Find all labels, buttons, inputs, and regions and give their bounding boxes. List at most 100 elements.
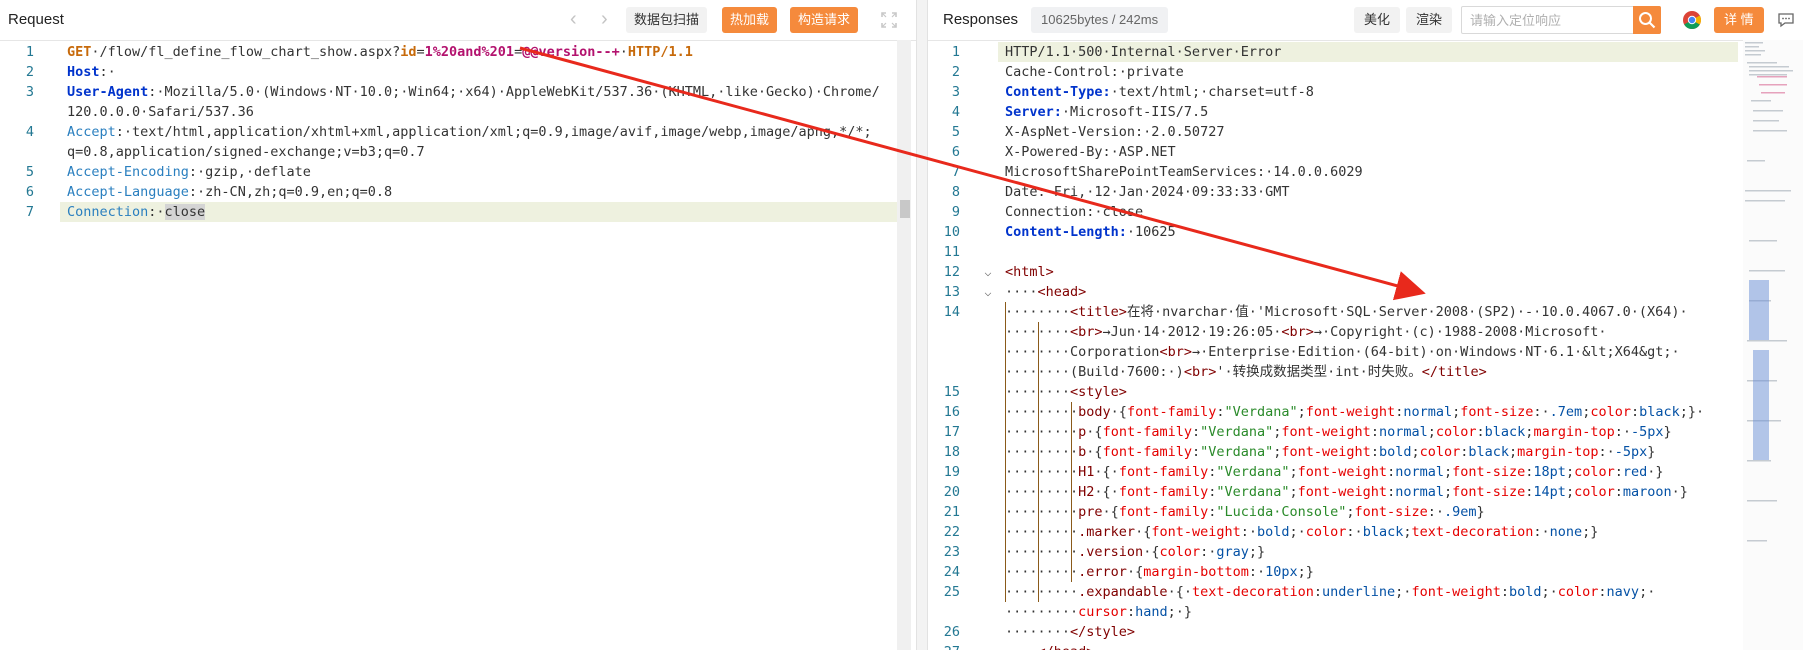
code-token: : [1191,424,1201,440]
line-number: 6 [951,144,960,160]
chevron-left-icon[interactable]: ‹ [570,8,577,30]
code-token: ; [1565,464,1575,480]
code-token: font-family [1102,424,1192,440]
code-token: font-size [1354,504,1428,520]
code-token: :· [1200,544,1217,560]
request-scrollbar[interactable] [897,40,911,650]
code-token: ·{ [1102,504,1119,520]
code-token: <br> [1070,324,1103,340]
line-number: 5 [25,164,34,180]
locate-search-box[interactable] [1461,6,1661,34]
code-token: '·转换成数据类型·int·时失败。 [1216,364,1422,380]
line-number: 16 [943,404,960,420]
code-token: :· [1240,524,1257,540]
response-minimap[interactable] [1743,40,1803,650]
code-token: ·{· [1167,584,1192,600]
fullscreen-icon[interactable] [878,9,900,31]
packet-scan-button[interactable]: 数据包扫描 [626,7,708,33]
code-token: } [1663,424,1672,440]
code-token: "Verdana" [1216,484,1290,500]
response-pane: Responses 10625bytes / 242ms 美化 渲染 详 情 [928,0,1803,650]
code-token: ········Corporation [1005,344,1160,360]
code-token: Connection:·close [1005,204,1144,220]
line-number: 7 [951,164,960,180]
chevron-right-icon[interactable]: › [601,8,608,30]
code-token: HTTP/1.1 [627,44,693,60]
code-line: <html> [1005,262,1054,282]
beautify-button[interactable]: 美化 [1354,7,1401,33]
code-token: text-decoration [1191,584,1314,600]
code-token: : [1387,484,1396,500]
search-icon[interactable] [1633,6,1661,34]
code-token: ·{ [1086,424,1103,440]
detail-button[interactable]: 详 情 [1714,7,1764,33]
indent-guide [1005,302,1006,602]
code-token: hand [1135,604,1168,620]
response-editor[interactable]: 1 HTTP/1.1·500·Internal·Server·Error 2 Cach… [928,40,1803,650]
render-button[interactable]: 渲染 [1406,7,1453,33]
code-token: :·text/html,application/xhtml+xml,applic… [115,124,872,140]
line-number: 2 [25,64,34,80]
code-token: ········· [1005,524,1079,540]
code-token: 在将·nvarchar·值·'Microsoft·SQL·Server·2008… [1126,304,1688,320]
line-number [934,602,960,622]
code-token: } [1647,444,1656,460]
line-number: 19 [943,464,960,480]
code-token: :·zh-CN,zh;q=0.9,en;q=0.8 [188,184,393,200]
code-token: id [400,44,417,60]
code-line: ·········body·{font-family:"Verdana";fon… [1005,402,1704,422]
hot-load-button[interactable]: 热加载 [722,7,778,33]
code-token: Accept-Language [67,184,189,200]
line-number: 24 [943,564,960,580]
request-scroll-thumb[interactable] [900,200,910,218]
fold-toggle-icon[interactable]: ⌵ [981,282,995,302]
code-line: Content-Length:·10625 [1005,222,1176,242]
request-editor[interactable]: 1 GET·/flow/fl_define_flow_chart_show.asp… [0,40,916,650]
code-token: font-weight [1411,584,1501,600]
code-token: 14pt [1533,484,1566,500]
code-token: margin-top [1517,444,1599,460]
code-token: : [1614,464,1623,480]
code-token: <br> [1281,324,1314,340]
code-line: ········</style> [1005,622,1135,642]
code-token: :· [1248,564,1266,580]
build-request-button[interactable]: 构造请求 [790,7,859,33]
line-number: 2 [951,64,960,80]
locate-search-input[interactable] [1462,7,1638,33]
code-token: </head> [1038,644,1095,650]
code-token: <style> [1070,384,1127,400]
code-token: normal [1378,424,1428,440]
code-token: HTTP/1.1·500·Internal·Server·Error [1005,44,1282,60]
code-token: ········ [1005,304,1071,320]
line-number: 7 [25,204,34,220]
pane-divider[interactable] [916,0,928,650]
code-token: ·{ [1110,404,1127,420]
code-token: Content-Length: [1005,224,1127,240]
code-line: ·········.version·{color:·gray;} [1005,542,1265,562]
code-token: ; [1297,404,1306,420]
code-token: : [1370,444,1379,460]
code-token: ·{· [1094,484,1119,500]
code-token: <html> [1005,264,1054,280]
chrome-icon[interactable] [1681,9,1703,31]
code-token: ; [1289,464,1298,480]
code-token: ········· [1005,484,1079,500]
code-token: ········· [1005,544,1079,560]
code-line: q=0.8,application/signed-exchange;v=b3;q… [67,142,425,162]
line-number: 6 [25,184,34,200]
code-token: :· [1346,524,1363,540]
code-token: <title> [1070,304,1127,320]
code-token: H1 [1078,464,1095,480]
code-token: font-family [1118,504,1209,520]
code-token: ········ [1005,624,1071,640]
code-token: black [1639,404,1680,420]
code-token: X-AspNet-Version:·2.0.50727 [1005,124,1225,140]
code-token: ·10625 [1126,224,1176,240]
feedback-icon[interactable] [1775,9,1797,31]
code-line: X-AspNet-Version:·2.0.50727 [1005,122,1224,142]
code-token: underline [1322,584,1396,600]
code-token: : [1598,584,1607,600]
fold-toggle-icon[interactable]: ⌵ [981,262,995,282]
code-token: font-weight [1281,444,1371,460]
code-token: :· [1598,444,1615,460]
